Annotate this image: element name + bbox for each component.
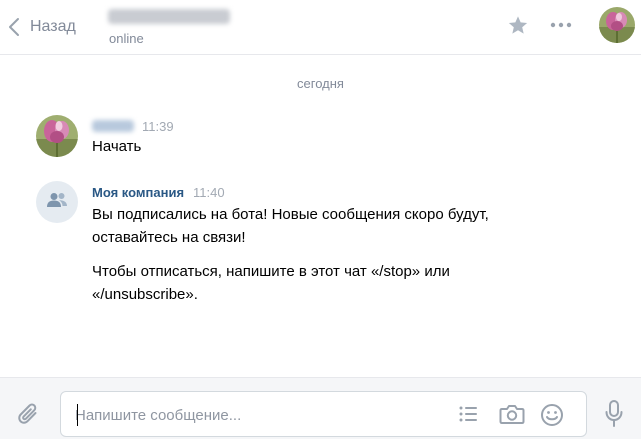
message-input[interactable]	[75, 404, 435, 426]
chat-header: Назад online	[0, 0, 641, 55]
contact-avatar[interactable]	[599, 7, 635, 43]
message-time[interactable]: 11:40	[193, 185, 225, 200]
avatar[interactable]	[36, 115, 78, 157]
message-header: Моя компания 11:40	[92, 183, 225, 201]
message-text-line: «/unsubscribe».	[92, 286, 198, 303]
smile-icon[interactable]	[540, 403, 564, 432]
microphone-icon[interactable]	[604, 399, 624, 434]
back-button[interactable]: Назад	[8, 14, 76, 40]
paperclip-icon[interactable]	[15, 401, 43, 434]
group-avatar[interactable]	[36, 181, 78, 223]
more-horizontal-icon[interactable]	[549, 17, 573, 38]
message-text-line: оставайтесь на связи!	[92, 229, 246, 246]
star-icon[interactable]	[507, 15, 529, 41]
contact-name[interactable]	[108, 9, 230, 24]
camera-icon[interactable]	[499, 403, 525, 430]
message-text: Начать	[92, 138, 142, 155]
message-header: 11:39	[92, 117, 174, 135]
message-author[interactable]: Моя компания	[92, 185, 184, 200]
message-text-line: Вы подписались на бота! Новые сообщения …	[92, 206, 489, 223]
users-icon	[46, 192, 68, 213]
message-time[interactable]: 11:39	[142, 119, 174, 134]
back-label: Назад	[30, 18, 76, 35]
contact-status: online	[109, 31, 144, 46]
message-text-line: Чтобы отписаться, напишите в этот чат «/…	[92, 263, 450, 280]
message-composer	[60, 391, 587, 437]
chevron-left-icon	[8, 17, 20, 37]
message-author[interactable]	[92, 120, 134, 132]
date-separator: сегодня	[297, 76, 344, 91]
text-caret	[77, 404, 78, 426]
list-icon[interactable]	[457, 403, 479, 430]
